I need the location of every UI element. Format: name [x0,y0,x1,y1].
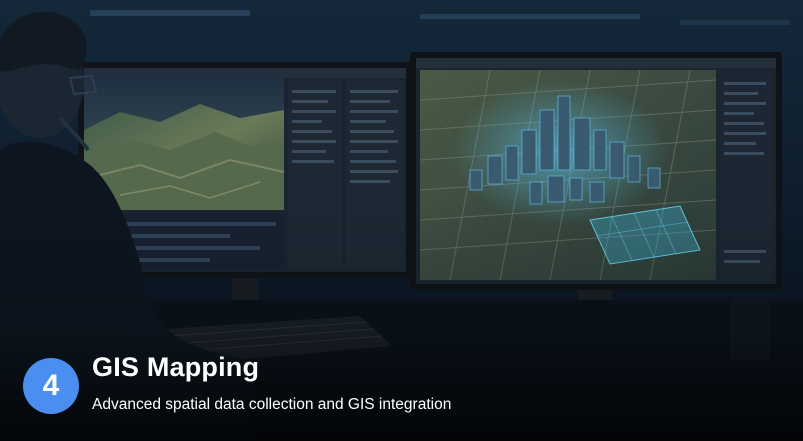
photo-scene [0,0,803,441]
terrain-map [84,78,285,210]
ceiling-light [420,14,640,19]
ceiling-light [90,10,250,16]
ceiling-light [680,20,790,25]
